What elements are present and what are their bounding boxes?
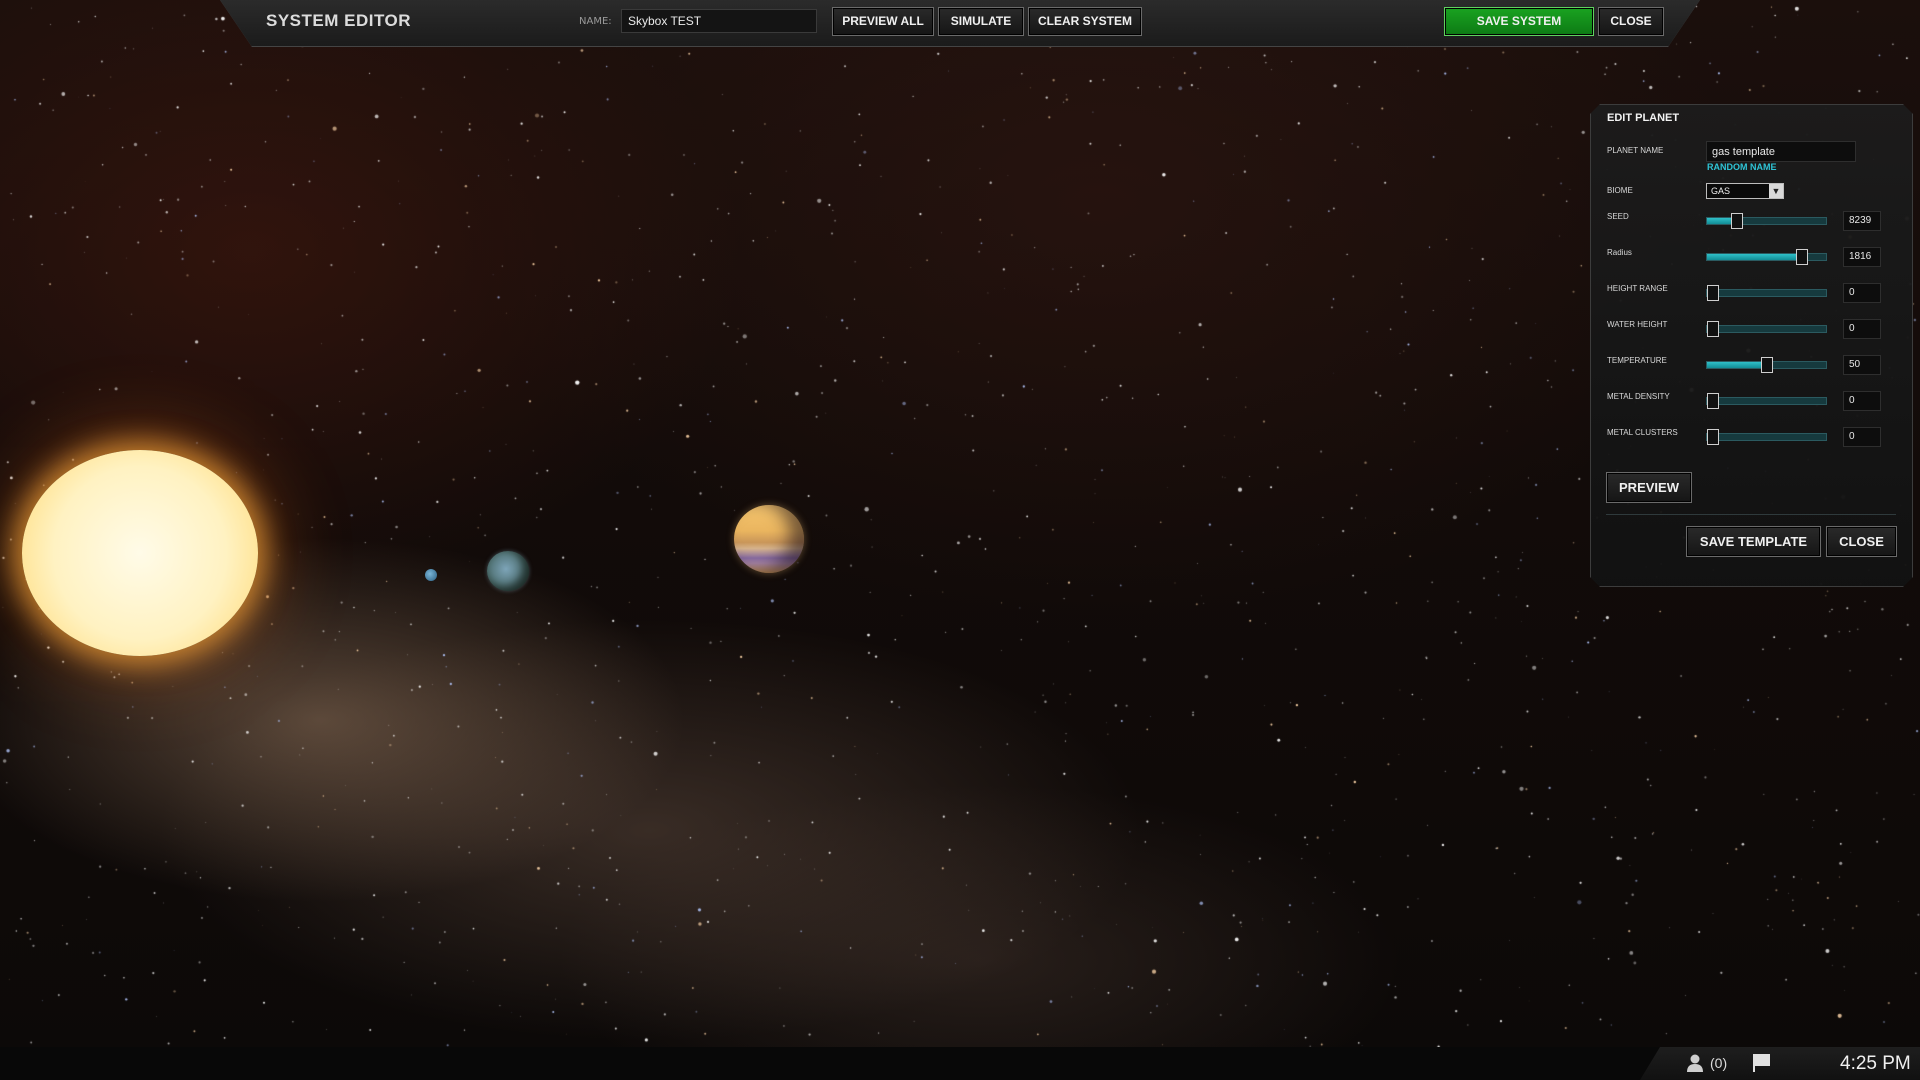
- preview-button[interactable]: PREVIEW: [1606, 472, 1692, 503]
- slider-label: METAL CLUSTERS: [1607, 428, 1678, 437]
- slider-handle[interactable]: [1730, 213, 1743, 229]
- players-icon[interactable]: [1684, 1052, 1706, 1074]
- slider-track[interactable]: [1706, 429, 1827, 445]
- random-name-link[interactable]: RANDOM NAME: [1707, 162, 1777, 172]
- panel-close-button[interactable]: CLOSE: [1826, 526, 1897, 557]
- slider-fill: [1707, 362, 1767, 368]
- biome-label: BIOME: [1607, 186, 1633, 195]
- gas-planet[interactable]: [734, 505, 804, 573]
- panel-title: EDIT PLANET: [1607, 112, 1680, 124]
- earth-planet[interactable]: [487, 551, 529, 591]
- slider-track[interactable]: [1706, 357, 1827, 373]
- taskbar: [0, 1047, 1920, 1080]
- save-template-button[interactable]: SAVE TEMPLATE: [1686, 526, 1821, 557]
- chat-icon[interactable]: [1752, 1052, 1772, 1074]
- players-count: (0): [1710, 1055, 1728, 1071]
- slider-label: METAL DENSITY: [1607, 392, 1670, 401]
- clear-system-button[interactable]: CLEAR SYSTEM: [1028, 7, 1142, 36]
- slider-track[interactable]: [1706, 285, 1827, 301]
- preview-all-button[interactable]: PREVIEW ALL: [832, 7, 934, 36]
- page-title: SYSTEM EDITOR: [266, 11, 412, 30]
- clock: 4:25 PM: [1840, 1053, 1911, 1074]
- simulate-button[interactable]: SIMULATE: [938, 7, 1024, 36]
- close-button[interactable]: CLOSE: [1598, 7, 1664, 36]
- slider-value-field[interactable]: 0: [1843, 391, 1881, 411]
- biome-selected-value: GAS: [1711, 186, 1731, 196]
- slider-value-field[interactable]: 50: [1843, 355, 1881, 375]
- planet-name-input[interactable]: [1706, 141, 1856, 162]
- slider-label: HEIGHT RANGE: [1607, 284, 1668, 293]
- slider-value-field[interactable]: 0: [1843, 319, 1881, 339]
- slider-value-field[interactable]: 0: [1843, 427, 1881, 447]
- slider-label: Radius: [1607, 248, 1632, 257]
- slider-track[interactable]: [1706, 213, 1827, 229]
- slider-fill: [1707, 254, 1803, 260]
- sun[interactable]: [22, 450, 258, 656]
- slider-handle[interactable]: [1707, 285, 1719, 301]
- moon-planet[interactable]: [425, 569, 437, 581]
- slider-value-field[interactable]: 0: [1843, 283, 1881, 303]
- system-name-label: NAME:: [579, 16, 612, 27]
- save-system-button[interactable]: SAVE SYSTEM: [1444, 7, 1594, 36]
- biome-select[interactable]: GAS ▼: [1706, 183, 1784, 199]
- slider-value-field[interactable]: 1816: [1843, 247, 1881, 267]
- slider-handle[interactable]: [1707, 393, 1719, 409]
- panel-divider: [1606, 514, 1896, 515]
- slider-handle[interactable]: [1707, 429, 1719, 445]
- slider-track[interactable]: [1706, 249, 1827, 265]
- slider-handle[interactable]: [1796, 249, 1809, 265]
- slider-label: TEMPERATURE: [1607, 356, 1667, 365]
- slider-track[interactable]: [1706, 393, 1827, 409]
- slider-label: SEED: [1607, 212, 1629, 221]
- planet-name-label: PLANET NAME: [1607, 146, 1664, 155]
- slider-label: WATER HEIGHT: [1607, 320, 1668, 329]
- slider-handle[interactable]: [1760, 357, 1773, 373]
- system-name-input[interactable]: [621, 9, 817, 33]
- slider-handle[interactable]: [1707, 321, 1719, 337]
- chevron-down-icon[interactable]: ▼: [1769, 184, 1783, 198]
- slider-value-field[interactable]: 8239: [1843, 211, 1881, 231]
- slider-track[interactable]: [1706, 321, 1827, 337]
